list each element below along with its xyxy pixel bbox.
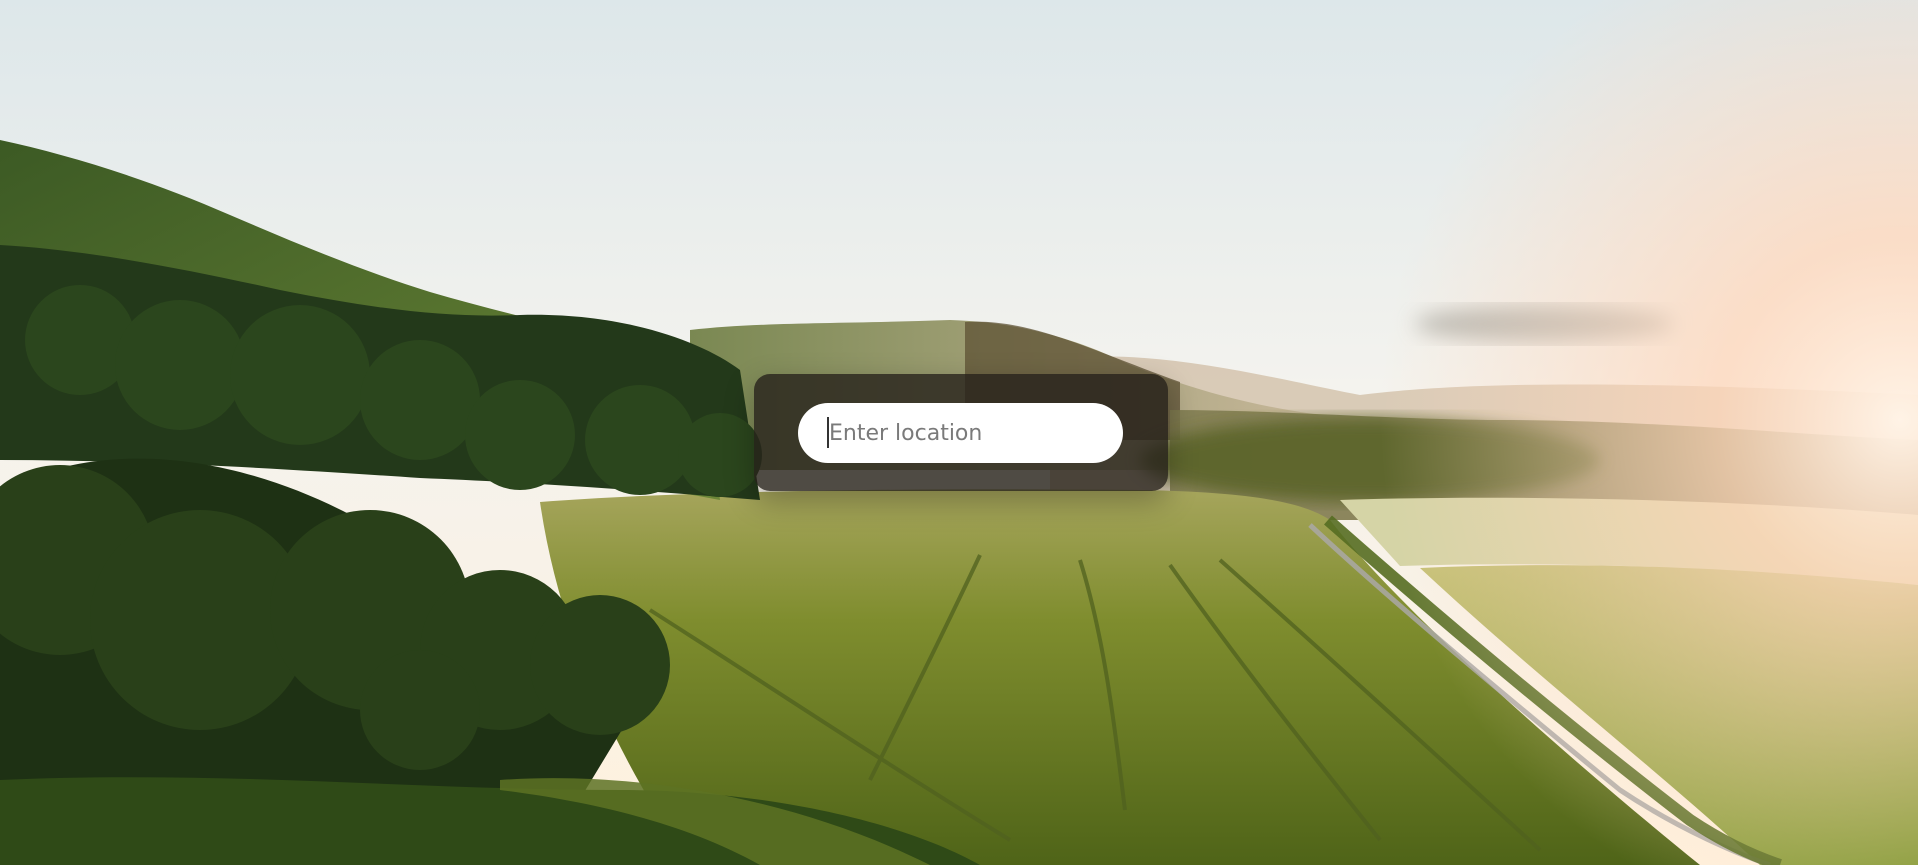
app-page [0, 0, 1918, 865]
location-input[interactable] [798, 403, 1123, 463]
text-cursor [827, 417, 829, 448]
search-panel [754, 374, 1168, 491]
